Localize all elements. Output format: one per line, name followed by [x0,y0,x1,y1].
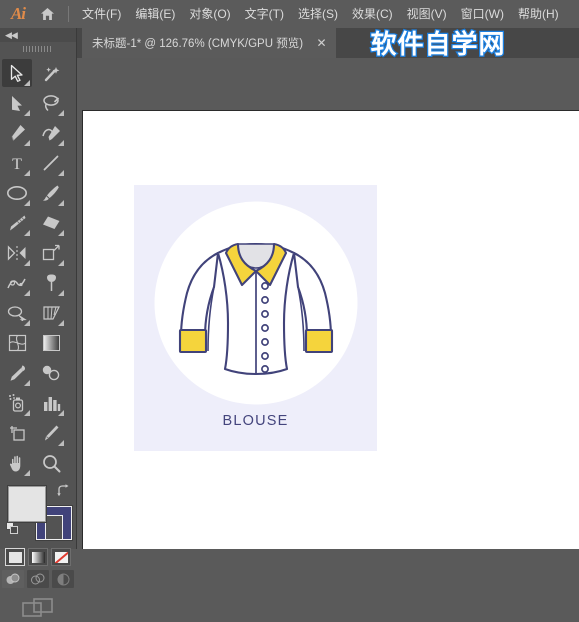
default-fill-stroke-icon[interactable] [6,522,19,535]
tool-zoom[interactable] [36,449,66,477]
swatch-mode-color[interactable] [5,548,25,566]
tool-flyout-indicator [58,230,64,236]
swatch-mode-gradient[interactable] [28,548,48,566]
tool-flyout-indicator [58,320,64,326]
tool-eyedropper[interactable] [2,359,32,387]
swap-fill-stroke-icon[interactable] [56,484,70,498]
color-swatches [0,484,76,546]
tool-flyout-indicator [24,200,30,206]
tool-scale[interactable] [36,239,66,267]
cuff-right [304,328,333,354]
artwork-tile[interactable]: BLOUSE [134,185,377,451]
tool-flyout-indicator [24,80,30,86]
tools-panel-drag-handle[interactable] [0,42,76,56]
menu-file[interactable]: 文件(F) [75,0,128,28]
tool-mesh[interactable] [2,329,32,357]
draw-mode-buttons [0,570,76,588]
cuff-left [178,328,207,354]
tool-flyout-indicator [24,170,30,176]
menu-edit[interactable]: 编辑(E) [128,0,182,28]
illustrator-window: Ai 文件(F) 编辑(E) 对象(O) 文字(T) 选择(S) 效果(C) 视… [0,0,579,617]
tool-slice[interactable] [36,419,66,447]
tool-selection[interactable] [2,59,32,87]
home-icon[interactable] [32,0,62,28]
tool-flyout-indicator [24,230,30,236]
tool-flyout-indicator [58,290,64,296]
swatch-mode-none[interactable] [51,548,71,566]
tool-gradient[interactable] [36,329,66,357]
tool-flyout-indicator [58,410,64,416]
none-fill-icon [54,551,68,563]
tool-flyout-indicator [58,140,64,146]
tool-flyout-indicator [58,260,64,266]
svg-text:T: T [12,156,22,172]
tool-flyout-indicator [24,410,30,416]
illustrator-logo-icon: Ai [10,4,26,23]
tool-flyout-indicator [58,440,64,446]
tool-column-graph[interactable] [36,389,66,417]
canvas-area[interactable]: BLOUSE [76,58,579,549]
blouse-illustration[interactable] [156,203,356,403]
tool-shaper[interactable] [2,209,32,237]
tool-hand[interactable] [2,449,32,477]
draw-mode-inside[interactable] [52,570,74,588]
tool-flyout-indicator [24,290,30,296]
tool-blend[interactable] [36,359,66,387]
tool-rotate[interactable] [2,239,32,267]
paint-mode-buttons [0,548,76,566]
color-fill-icon [8,551,22,563]
artwork-title-text[interactable]: BLOUSE [134,413,377,429]
tools-panel-header: ◀◀ [0,28,76,42]
artboard[interactable]: BLOUSE [82,110,579,549]
menu-select[interactable]: 选择(S) [291,0,345,28]
screen-mode-button[interactable] [0,598,76,622]
tool-curvature[interactable] [36,119,66,147]
menu-view[interactable]: 视图(V) [400,0,454,28]
menu-type[interactable]: 文字(T) [238,0,291,28]
tool-flyout-indicator [24,110,30,116]
tool-eraser[interactable] [36,209,66,237]
close-icon[interactable]: ✕ [315,36,328,50]
tool-lasso[interactable] [36,89,66,117]
tool-flyout-indicator [24,260,30,266]
tool-flyout-indicator [58,170,64,176]
tool-width[interactable] [2,269,32,297]
collapse-panel-icon[interactable]: ◀◀ [5,30,18,41]
grip-dots-icon [23,46,53,52]
tool-type[interactable]: T [2,149,32,177]
tool-flyout-indicator [24,320,30,326]
tool-artboard[interactable] [2,419,32,447]
tool-symbol-sprayer[interactable] [2,389,32,417]
tool-shape-builder[interactable] [36,299,66,327]
tool-flyout-indicator [58,110,64,116]
menu-help[interactable]: 帮助(H) [511,0,566,28]
tool-puppet-warp[interactable] [36,269,66,297]
menu-object[interactable]: 对象(O) [182,0,237,28]
tool-ellipse[interactable] [2,179,32,207]
menu-bar: Ai 文件(F) 编辑(E) 对象(O) 文字(T) 选择(S) 效果(C) 视… [0,0,579,28]
tool-flyout-indicator [24,140,30,146]
tool-direct-selection[interactable] [2,89,32,117]
tool-flyout-indicator [24,470,30,476]
draw-mode-behind[interactable] [27,570,49,588]
tool-paintbrush[interactable] [36,179,66,207]
tool-line-segment[interactable] [36,149,66,177]
stroke-color-inner [45,515,63,540]
tool-flyout-indicator [58,200,64,206]
document-tab[interactable]: 未标题-1* @ 126.76% (CMYK/GPU 预览) ✕ [82,28,337,58]
tools-grid: T [0,56,76,478]
fill-color-swatch[interactable] [8,486,46,522]
gradient-fill-icon [31,551,45,563]
menu-effect[interactable]: 效果(C) [345,0,400,28]
tools-panel: ◀◀ T [0,28,77,617]
document-tab-bar: 未标题-1* @ 126.76% (CMYK/GPU 预览) ✕ [0,28,579,58]
tool-pen[interactable] [2,119,32,147]
tool-free-transform[interactable] [2,299,32,327]
menu-window[interactable]: 窗口(W) [454,0,511,28]
menubar-divider [68,6,69,22]
tool-flyout-indicator [24,380,30,386]
draw-mode-normal[interactable] [2,570,24,588]
tool-magic-wand[interactable] [36,59,66,87]
document-tab-label: 未标题-1* @ 126.76% (CMYK/GPU 预览) [92,38,304,50]
